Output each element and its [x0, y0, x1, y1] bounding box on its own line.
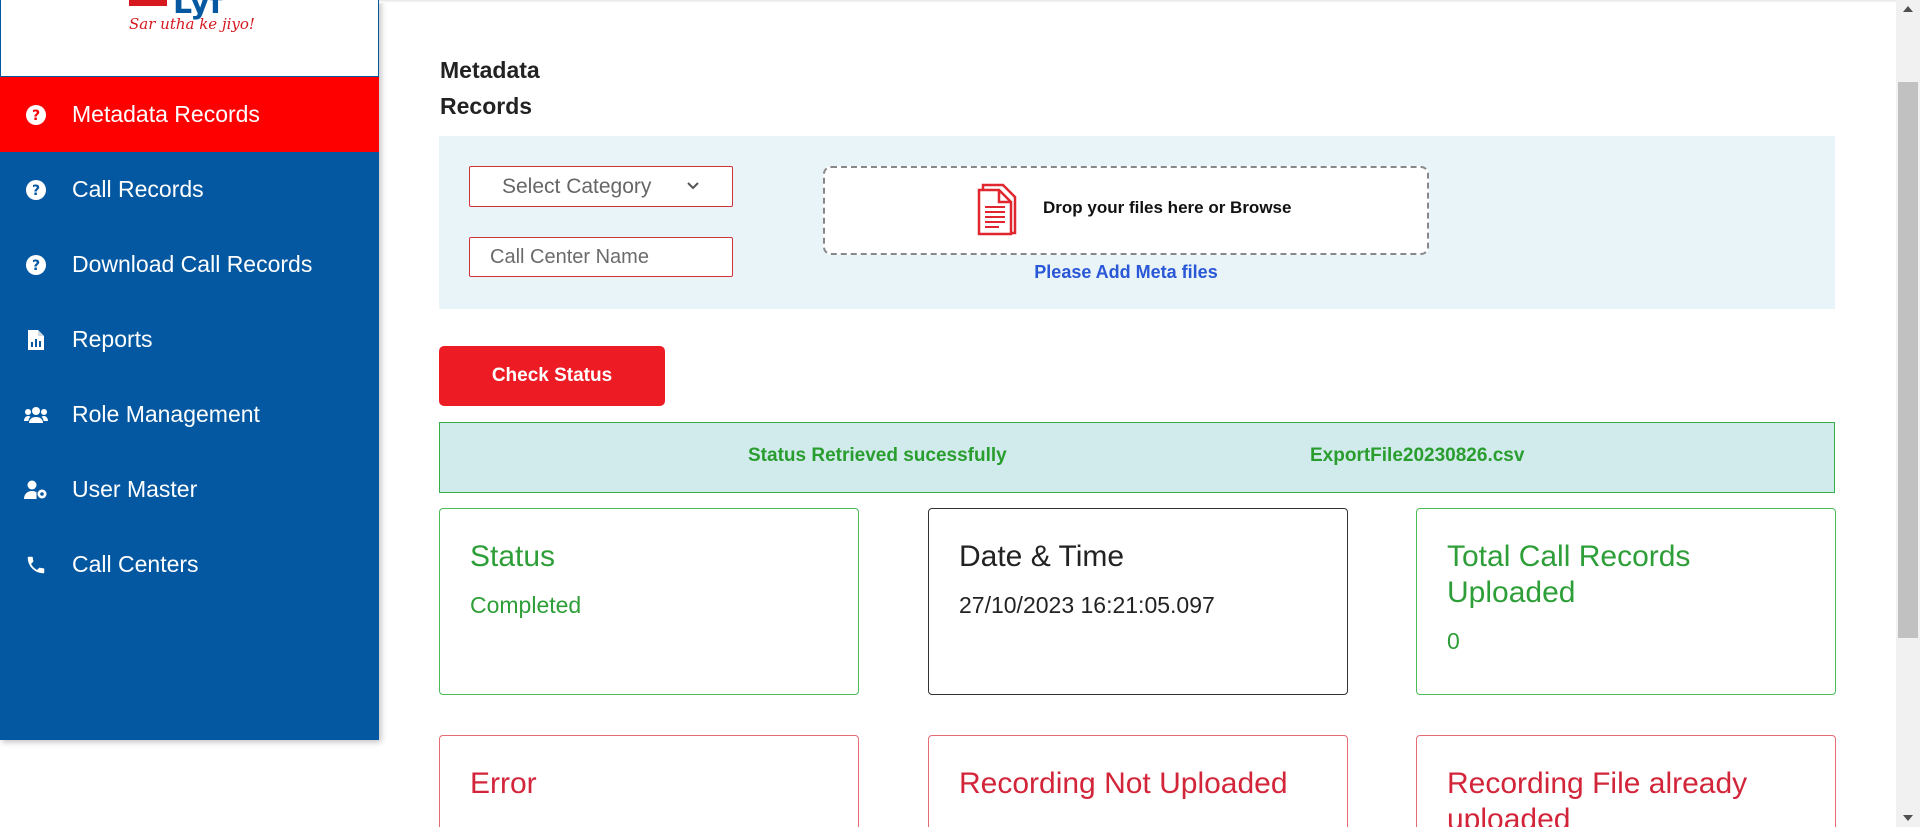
svg-text:?: ? — [32, 258, 40, 274]
sidebar-item-call-centers[interactable]: Call Centers — [0, 527, 379, 602]
document-file-icon — [973, 181, 1021, 242]
card-title: Error — [470, 767, 537, 800]
chevron-down-icon — [684, 176, 702, 200]
card-title: Recording Not Uploaded — [959, 767, 1288, 800]
svg-text:?: ? — [32, 108, 40, 124]
upload-hint: Please Add Meta files — [1034, 262, 1218, 282]
sidebar-item-label: Call Centers — [72, 551, 199, 577]
sidebar-item-reports[interactable]: Reports — [0, 302, 379, 377]
sidebar-item-label: Call Records — [72, 176, 204, 202]
card-title: Status — [470, 540, 556, 573]
card-value: 0 — [1447, 628, 1460, 654]
card-title: Date & Time — [959, 540, 1125, 573]
error-card: Error — [439, 735, 859, 827]
check-status-button[interactable]: Check Status — [439, 346, 665, 406]
card-value: Completed — [470, 592, 582, 618]
status-file-name: ExportFile20230826.csv — [1310, 445, 1525, 466]
sidebar-item-label: Role Management — [72, 401, 260, 427]
call-center-name-input[interactable] — [469, 237, 733, 277]
logo-mark — [129, 0, 167, 6]
logo-tagline: Sar utha ke jiyo! — [129, 15, 255, 33]
datetime-card: Date & Time 27/10/2023 16:21:05.097 — [928, 508, 1348, 695]
status-card: Status Completed — [439, 508, 859, 695]
recording-not-uploaded-card: Recording Not Uploaded — [928, 735, 1348, 827]
category-select-value: Select Category — [502, 174, 652, 198]
sidebar-item-call-records[interactable]: ? Call Records — [0, 152, 379, 227]
help-circle-icon: ? — [0, 254, 72, 276]
scroll-down-arrow-icon[interactable] — [1900, 811, 1916, 825]
card-title: Total Call Records Uploaded — [1447, 540, 1691, 609]
users-group-icon — [0, 406, 72, 424]
card-value: 27/10/2023 16:21:05.097 — [959, 592, 1215, 618]
report-file-icon — [0, 329, 72, 351]
status-message: Status Retrieved sucessfully — [748, 445, 1007, 466]
sidebar-item-download-call-records[interactable]: ? Download Call Records — [0, 227, 379, 302]
status-alert: Status Retrieved sucessfully ExportFile2… — [439, 422, 1835, 493]
sidebar-nav: ? Metadata Records ? Call Records ? Down… — [0, 77, 379, 602]
total-records-card: Total Call Records Uploaded 0 — [1416, 508, 1836, 695]
sidebar-item-label: Reports — [72, 326, 153, 352]
brand-logo[interactable]: Lyf Sar utha ke jiyo! — [0, 0, 379, 77]
phone-icon — [0, 554, 72, 576]
card-title: Recording File already uploaded — [1447, 767, 1748, 827]
sidebar-item-role-management[interactable]: Role Management — [0, 377, 379, 452]
sidebar-item-user-master[interactable]: User Master — [0, 452, 379, 527]
recording-already-uploaded-card: Recording File already uploaded — [1416, 735, 1836, 827]
header-shadow — [379, 0, 1896, 3]
help-circle-icon: ? — [0, 179, 72, 201]
scrollbar-thumb[interactable] — [1898, 82, 1918, 638]
help-circle-icon: ? — [0, 104, 72, 126]
scroll-up-arrow-icon[interactable] — [1900, 2, 1916, 16]
sidebar: Lyf Sar utha ke jiyo! ? Metadata Records… — [0, 0, 379, 740]
page-title: Metadata Records — [440, 57, 540, 119]
sidebar-item-label: Metadata Records — [72, 101, 260, 127]
user-cog-icon — [0, 480, 72, 500]
sidebar-item-label: User Master — [72, 476, 198, 502]
sidebar-item-metadata-records[interactable]: ? Metadata Records — [0, 77, 379, 152]
category-select[interactable]: Select Category — [469, 166, 733, 207]
svg-text:?: ? — [32, 183, 40, 199]
file-dropzone[interactable]: Drop your files here or Browse — [823, 166, 1429, 255]
sidebar-item-label: Download Call Records — [72, 251, 313, 277]
dropzone-text: Drop your files here or Browse — [1043, 198, 1292, 217]
